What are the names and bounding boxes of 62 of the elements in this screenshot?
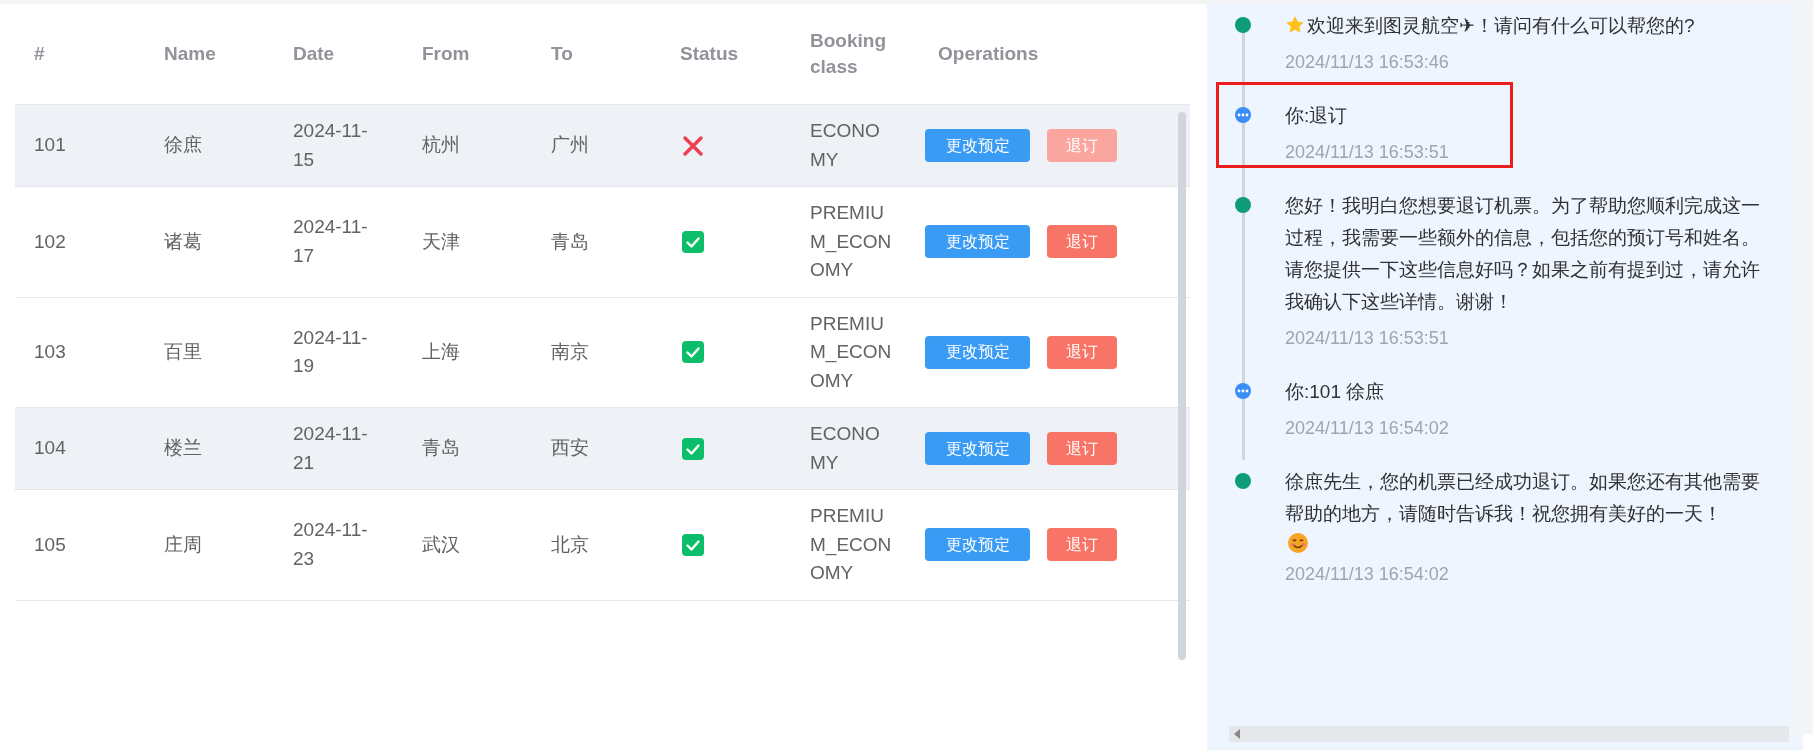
column-header: To bbox=[551, 43, 573, 65]
table-cell-text: 103 bbox=[34, 340, 66, 364]
table-cell-text: 庄周 bbox=[164, 532, 202, 557]
cancel-booking-button[interactable]: 退订 bbox=[1047, 225, 1117, 259]
table-cell-text: 楼兰 bbox=[164, 436, 202, 461]
column-header: From bbox=[422, 43, 470, 65]
message-time: 2024/11/13 16:53:46 bbox=[1285, 51, 1449, 74]
table-row[interactable]: 101 徐庶 2024-11-15 杭州 广州 ECONOMY 更改预定 退订 bbox=[15, 104, 1190, 186]
scrollbar[interactable] bbox=[1178, 112, 1186, 660]
message-text: 欢迎来到图灵航空✈！请问有什么可以帮您的? bbox=[1307, 15, 1695, 36]
table-cell-text: 西安 bbox=[551, 436, 589, 461]
table-cell-text: 2024-11-23 bbox=[293, 518, 369, 571]
table-cell-text: 2024-11-17 bbox=[293, 215, 369, 268]
table-row[interactable]: 104 楼兰 2024-11-21 青岛 西安 ECONOMY 更改预定 退订 bbox=[15, 407, 1190, 489]
table-cell-text: 诸葛 bbox=[164, 229, 202, 254]
message-text: 你:101 徐庶 bbox=[1285, 381, 1385, 402]
table-cell-text: PREMIUM_ECONOMY bbox=[810, 311, 893, 393]
table-cell-text: 104 bbox=[34, 436, 66, 461]
message-time: 2024/11/13 16:54:02 bbox=[1285, 417, 1449, 440]
table-cell-text: 北京 bbox=[551, 532, 589, 557]
change-booking-button[interactable]: 更改预定 bbox=[925, 528, 1030, 562]
table-cell-text: 2024-11-15 bbox=[293, 119, 369, 172]
table-cell-text: 上海 bbox=[422, 340, 460, 364]
table-cell-text: 广州 bbox=[551, 133, 589, 158]
scroll-left-icon[interactable] bbox=[1233, 729, 1241, 739]
cancel-booking-button[interactable]: 退订 bbox=[1047, 432, 1117, 465]
table-cell-text: 102 bbox=[34, 229, 66, 254]
table-cell-text: ECONOMY bbox=[810, 422, 881, 475]
message-time: 2024/11/13 16:53:51 bbox=[1285, 141, 1449, 164]
table-cell-text: 武汉 bbox=[422, 532, 460, 557]
change-booking-button[interactable]: 更改预定 bbox=[925, 129, 1030, 162]
cancel-booking-button[interactable]: 退订 bbox=[1047, 528, 1117, 562]
table-cell-text: 徐庶 bbox=[164, 133, 202, 158]
table-cell-text: 青岛 bbox=[551, 229, 589, 254]
change-booking-button[interactable]: 更改预定 bbox=[925, 335, 1030, 369]
table-cell-text: PREMIUM_ECONOMY bbox=[810, 201, 893, 282]
table-cell-text: 101 bbox=[34, 133, 66, 158]
column-header: Operations bbox=[938, 43, 1039, 65]
column-header: # bbox=[34, 43, 45, 65]
horizontal-scrollbar[interactable] bbox=[1229, 726, 1789, 742]
table-cell-text: 天津 bbox=[422, 229, 460, 254]
table-cell-text: ECONOMY bbox=[810, 119, 881, 172]
change-booking-button[interactable]: 更改预定 bbox=[925, 225, 1030, 259]
table-cell-text: 105 bbox=[34, 532, 66, 557]
table-cell-text: 2024-11-21 bbox=[293, 422, 369, 475]
table-cell-text: PREMIUM_ECONOMY bbox=[810, 504, 893, 585]
table-cell-text: 青岛 bbox=[422, 436, 460, 461]
table-cell-text: 百里 bbox=[164, 340, 202, 364]
message-time: 2024/11/13 16:53:51 bbox=[1285, 327, 1449, 350]
column-header: Status bbox=[680, 43, 739, 65]
table-cell-text: 南京 bbox=[551, 340, 589, 364]
message-time: 2024/11/13 16:54:02 bbox=[1285, 563, 1449, 586]
cancel-booking-button[interactable]: 退订 bbox=[1047, 335, 1117, 369]
message-text: 您好！我明白您想要退订机票。为了帮助您顺利完成这一过程，我需要一些额外的信息，包括您的预订号和姓名。请您提供一下这些信息好吗？如果之前有提到过，请允许我确认下这些详情。谢谢！ bbox=[1285, 195, 1760, 312]
table-cell-text: 杭州 bbox=[422, 133, 460, 158]
column-header: Name bbox=[164, 43, 216, 65]
column-header: Date bbox=[293, 43, 335, 65]
table-cell-text: 2024-11-19 bbox=[293, 325, 369, 379]
message-text: 徐庶先生，您的机票已经成功退订。如果您还有其他需要帮助的地方，请随时告诉我！祝您拥有美好的一天！ bbox=[1285, 471, 1760, 524]
change-booking-button[interactable]: 更改预定 bbox=[925, 432, 1030, 465]
message-text: 你:退订 bbox=[1285, 105, 1348, 126]
column-header: Booking class bbox=[810, 29, 887, 79]
